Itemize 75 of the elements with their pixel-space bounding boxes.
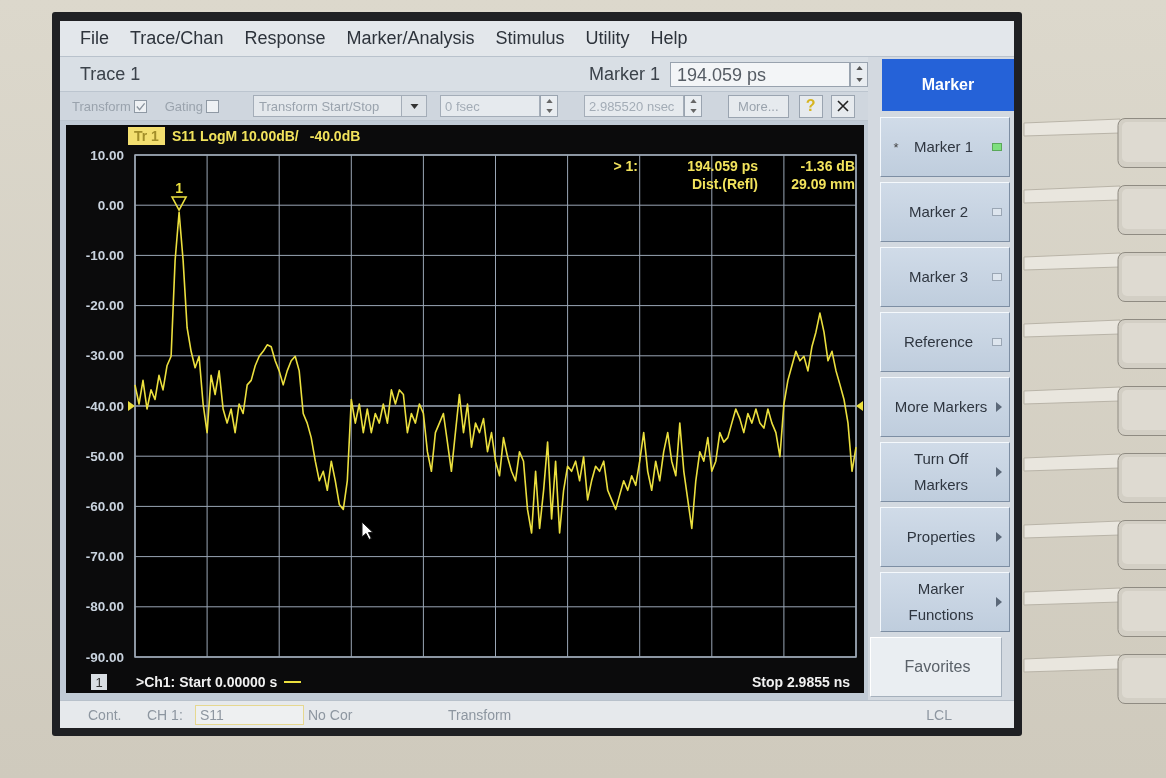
menu-item[interactable]: Help — [650, 28, 688, 49]
hardware-key[interactable] — [1022, 386, 1166, 436]
marker-number-label: 1 — [175, 180, 183, 197]
hardware-key[interactable] — [1022, 587, 1166, 637]
trace-title: Trace 1 — [80, 63, 141, 85]
submenu-arrow-icon — [996, 597, 1002, 607]
field-label: Marker 1 — [589, 63, 660, 85]
status-text: LCL — [926, 706, 952, 723]
submenu-arrow-icon — [996, 402, 1002, 412]
stop-label: Stop 2.9855 ns — [751, 674, 850, 690]
y-tick-label: -60.00 — [85, 498, 124, 514]
marker-stimulus-value: 194.059 ps — [687, 157, 758, 175]
menu-item[interactable]: Marker/Analysis — [346, 28, 475, 49]
hardware-key[interactable] — [1022, 185, 1166, 235]
y-tick-label: -30.00 — [85, 348, 124, 364]
caret-down-icon — [545, 109, 553, 113]
menu-item[interactable]: Utility — [585, 28, 630, 49]
hardware-key[interactable] — [1022, 319, 1166, 369]
reference-level-label: -40.0dB — [309, 128, 361, 144]
status-text: Transform — [448, 706, 513, 723]
mouse-pointer-icon — [361, 521, 374, 540]
hardware-key[interactable] — [1022, 252, 1166, 302]
softkey-button[interactable]: Marker Functions — [880, 572, 1010, 632]
caret-down-icon — [689, 109, 697, 113]
softkey-button[interactable]: Properties — [880, 507, 1010, 567]
channel-number[interactable]: 1 — [91, 674, 107, 690]
spinner-control[interactable] — [850, 61, 868, 87]
y-tick-label: 0.00 — [97, 197, 124, 213]
status-field: S11 — [195, 704, 304, 725]
menu-item[interactable]: Stimulus — [495, 28, 565, 49]
hardware-key[interactable] — [1022, 654, 1166, 704]
y-tick-label: -40.00 — [85, 398, 124, 414]
spinner-control[interactable] — [540, 95, 559, 117]
y-tick-label: -50.00 — [85, 448, 124, 464]
y-tick-label: -70.00 — [85, 549, 124, 565]
softkey-button[interactable]: Marker 3 — [880, 247, 1010, 307]
caret-down-icon — [855, 77, 863, 82]
menu-item[interactable]: Response — [244, 28, 326, 49]
distance-value: 29.09 mm — [791, 175, 855, 193]
softkey-button[interactable]: More Markers — [880, 377, 1010, 437]
hardware-key[interactable] — [1022, 118, 1166, 168]
marker-response-value: -1.36 dB — [800, 157, 855, 175]
close-button[interactable] — [830, 94, 855, 118]
y-tick-label: -80.00 — [85, 599, 124, 615]
close-icon — [836, 100, 849, 112]
distance-label: Dist.(Refl) — [691, 175, 758, 193]
submenu-arrow-icon — [996, 532, 1002, 542]
caret-up-icon — [545, 99, 553, 103]
hardware-key[interactable] — [1022, 520, 1166, 570]
status-text: CH 1: — [147, 706, 184, 723]
hardware-key[interactable] — [1022, 453, 1166, 503]
softkey-button[interactable]: * Marker 1 — [880, 117, 1010, 177]
softkey-menu-title: Marker — [882, 59, 1014, 111]
marker-index-label: > 1: — [613, 157, 638, 175]
caret-up-icon — [855, 66, 863, 71]
softkey-button[interactable]: Turn Off Markers — [880, 442, 1010, 502]
input-field[interactable]: 194.059 ps — [670, 61, 850, 87]
menu-item[interactable]: File — [80, 28, 109, 49]
softkey-button[interactable]: Reference — [880, 312, 1010, 372]
trace-format-label: S11 LogM 10.00dB/ — [171, 128, 299, 144]
status-text: Cont. — [88, 706, 123, 723]
menu-item[interactable]: Trace/Chan — [130, 28, 224, 49]
y-tick-label: 10.00 — [90, 147, 124, 163]
caret-up-icon — [689, 99, 697, 103]
softkey-button[interactable]: Favorites — [870, 637, 1002, 697]
spinner-control[interactable] — [684, 95, 703, 117]
softkey-button[interactable]: Marker 2 — [880, 182, 1010, 242]
start-label: >Ch1: Start 0.00000 s — [136, 674, 278, 690]
y-tick-label: -10.00 — [85, 247, 124, 263]
y-tick-label: -90.00 — [85, 649, 124, 665]
submenu-arrow-icon — [996, 467, 1002, 477]
caret-down-icon — [409, 103, 419, 109]
marker-icon[interactable] — [170, 196, 188, 212]
status-text: No Cor — [308, 706, 354, 723]
y-tick-label: -20.00 — [85, 298, 124, 314]
